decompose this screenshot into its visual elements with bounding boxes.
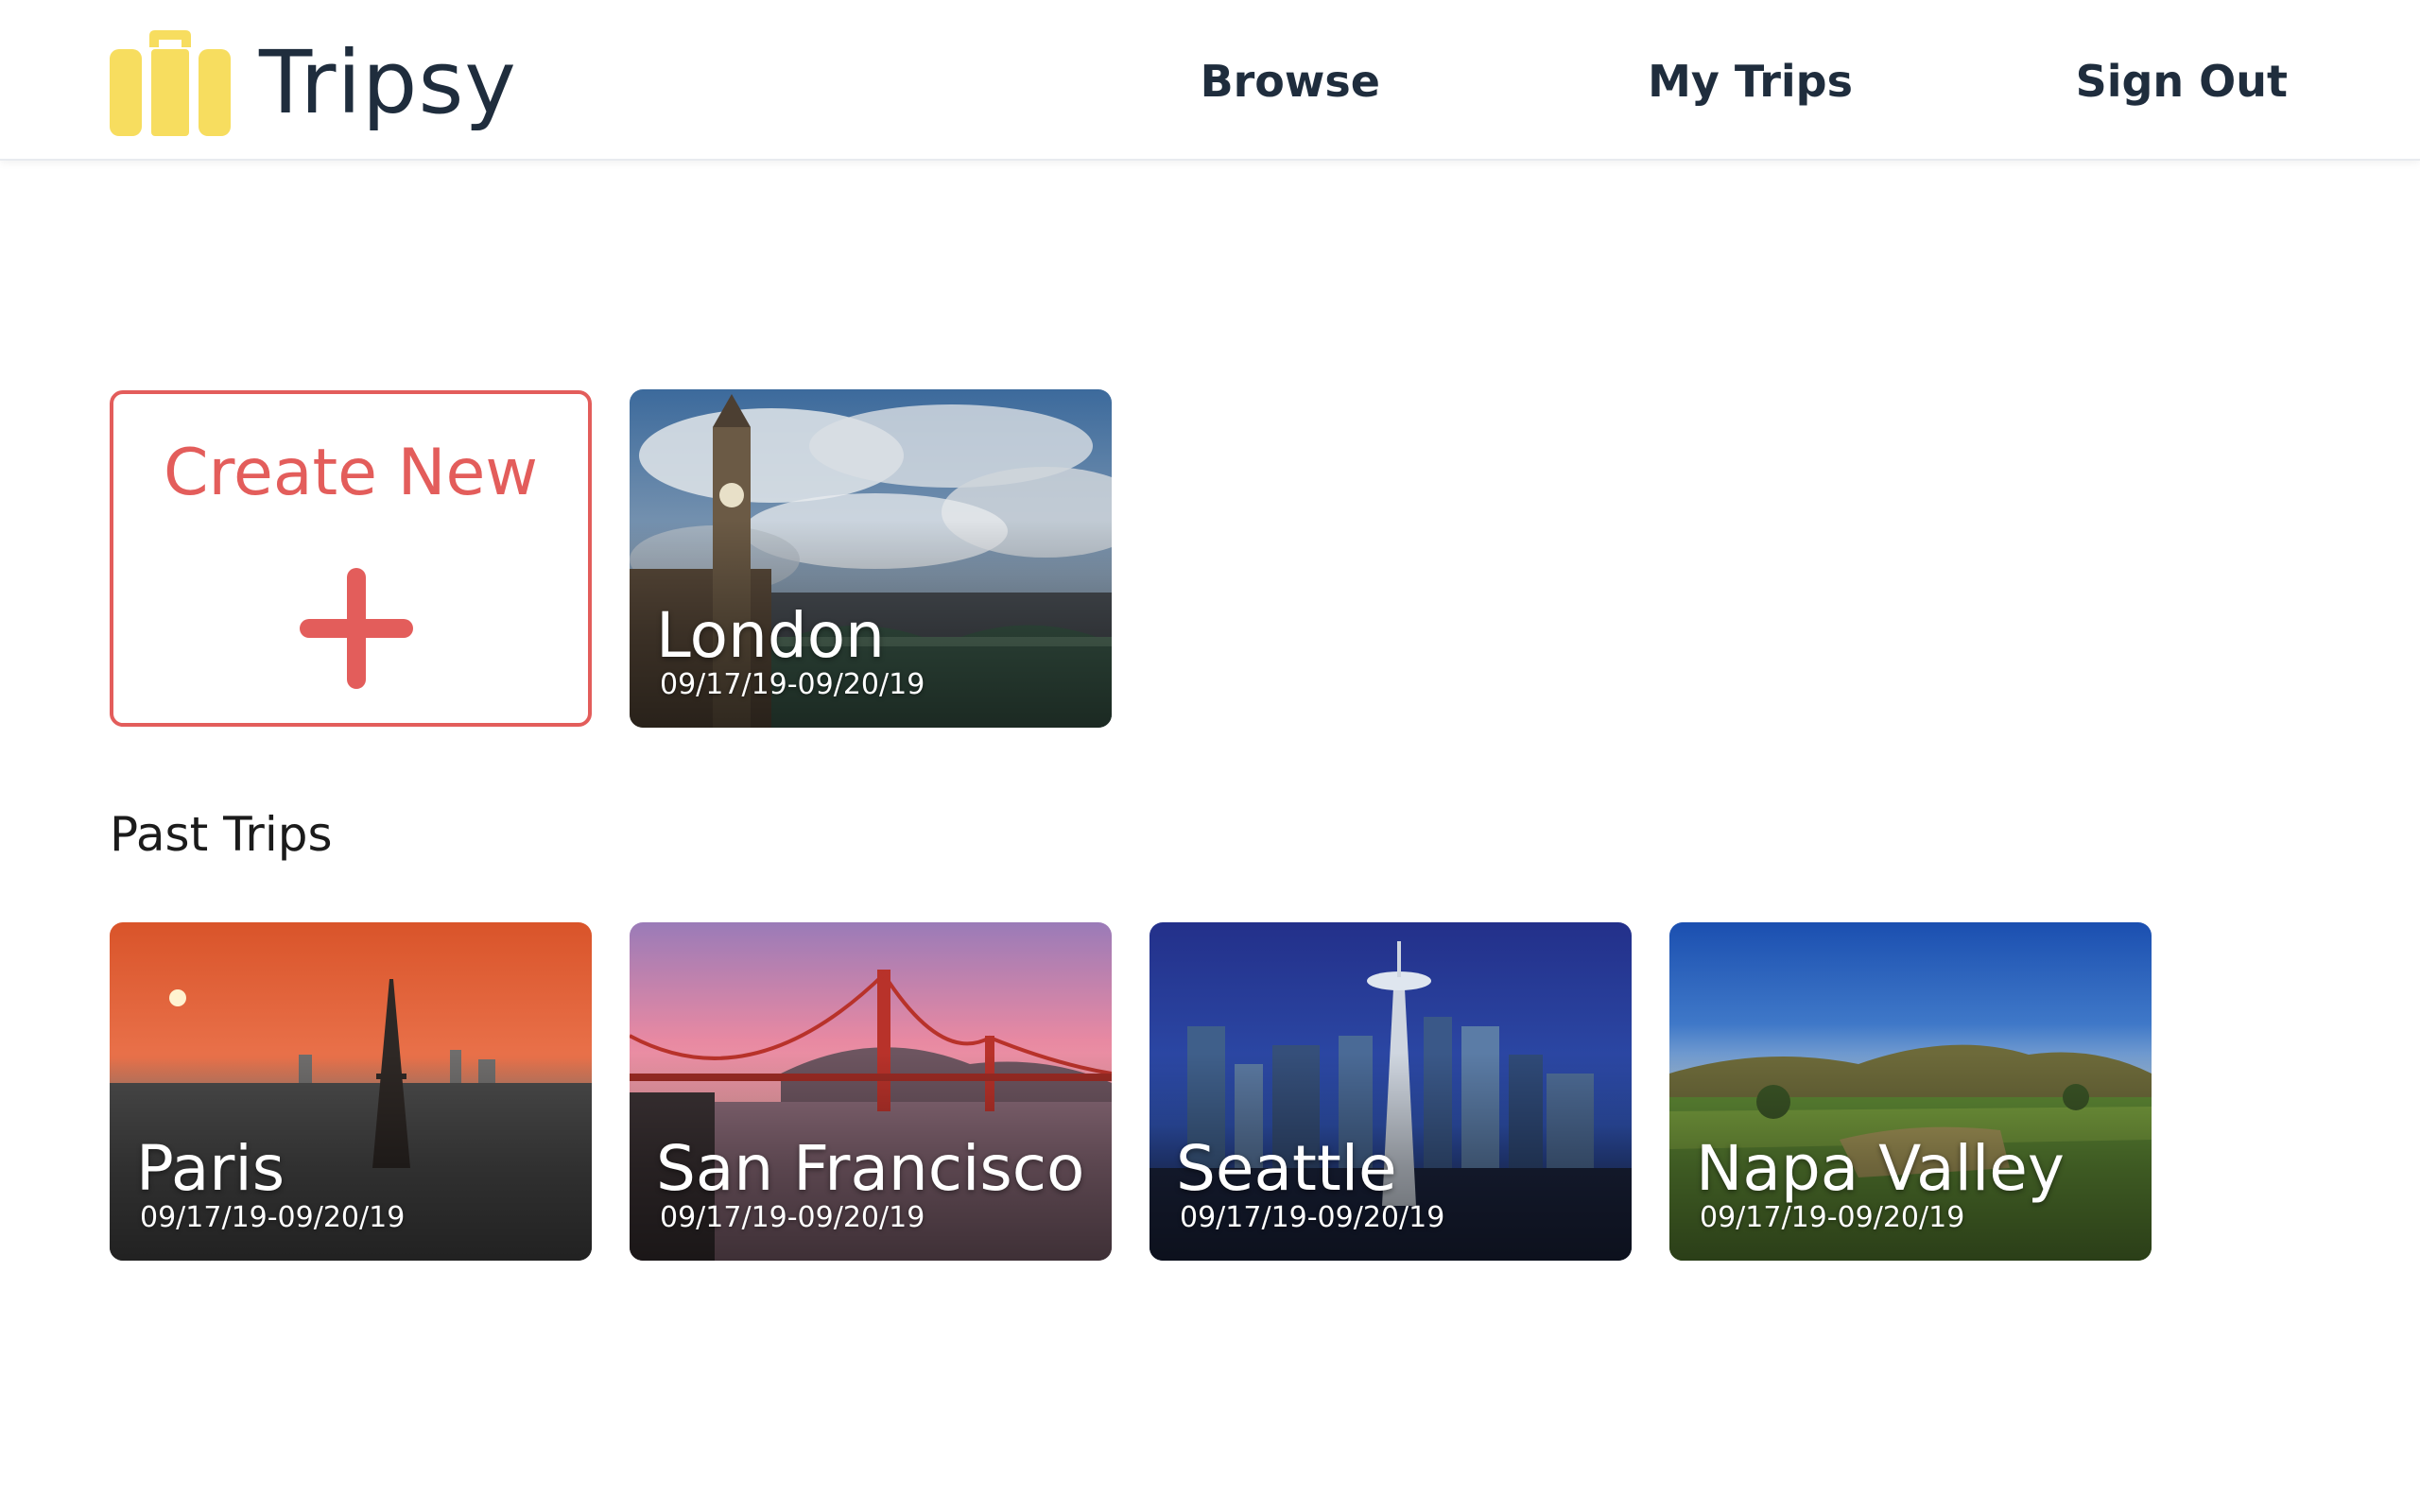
nav-sign-out-link[interactable]: Sign Out [2076, 53, 2288, 110]
trip-dates: 09/17/19-09/20/19 [660, 668, 925, 701]
app-name: Tripsy [259, 32, 517, 133]
suitcase-icon [110, 30, 231, 136]
trip-card-seattle[interactable]: Seattle 09/17/19-09/20/19 [1150, 922, 1632, 1261]
nav-my-trips-link[interactable]: My Trips [1648, 53, 1853, 110]
trip-card-san-francisco[interactable]: San Francisco 09/17/19-09/20/19 [630, 922, 1112, 1261]
top-nav-bar: Tripsy Browse My Trips Sign Out [0, 0, 2420, 161]
trip-card-london[interactable]: London 09/17/19-09/20/19 [630, 389, 1112, 728]
trip-dates: 09/17/19-09/20/19 [1700, 1201, 1965, 1234]
trip-name: Napa Valley [1696, 1132, 2065, 1205]
trip-dates: 09/17/19-09/20/19 [660, 1201, 925, 1234]
app-logo[interactable]: Tripsy [110, 30, 517, 136]
trip-name: Seattle [1176, 1132, 1397, 1205]
trip-dates: 09/17/19-09/20/19 [1180, 1201, 1445, 1234]
nav-browse-link[interactable]: Browse [1201, 53, 1380, 110]
trip-card-napa-valley[interactable]: Napa Valley 09/17/19-09/20/19 [1669, 922, 2152, 1261]
trip-name: Paris [136, 1132, 285, 1205]
past-trips-heading: Past Trips [110, 807, 333, 862]
trip-card-paris[interactable]: Paris 09/17/19-09/20/19 [110, 922, 592, 1261]
create-new-label: Create New [164, 436, 538, 510]
trip-name: London [656, 599, 885, 672]
create-new-trip-button[interactable]: Create New [110, 390, 592, 727]
plus-icon [300, 568, 413, 689]
trip-dates: 09/17/19-09/20/19 [140, 1201, 406, 1234]
trip-name: San Francisco [656, 1132, 1085, 1205]
trips-page: Create New London 09/17/19-09/20/19 Past… [0, 161, 2420, 1512]
